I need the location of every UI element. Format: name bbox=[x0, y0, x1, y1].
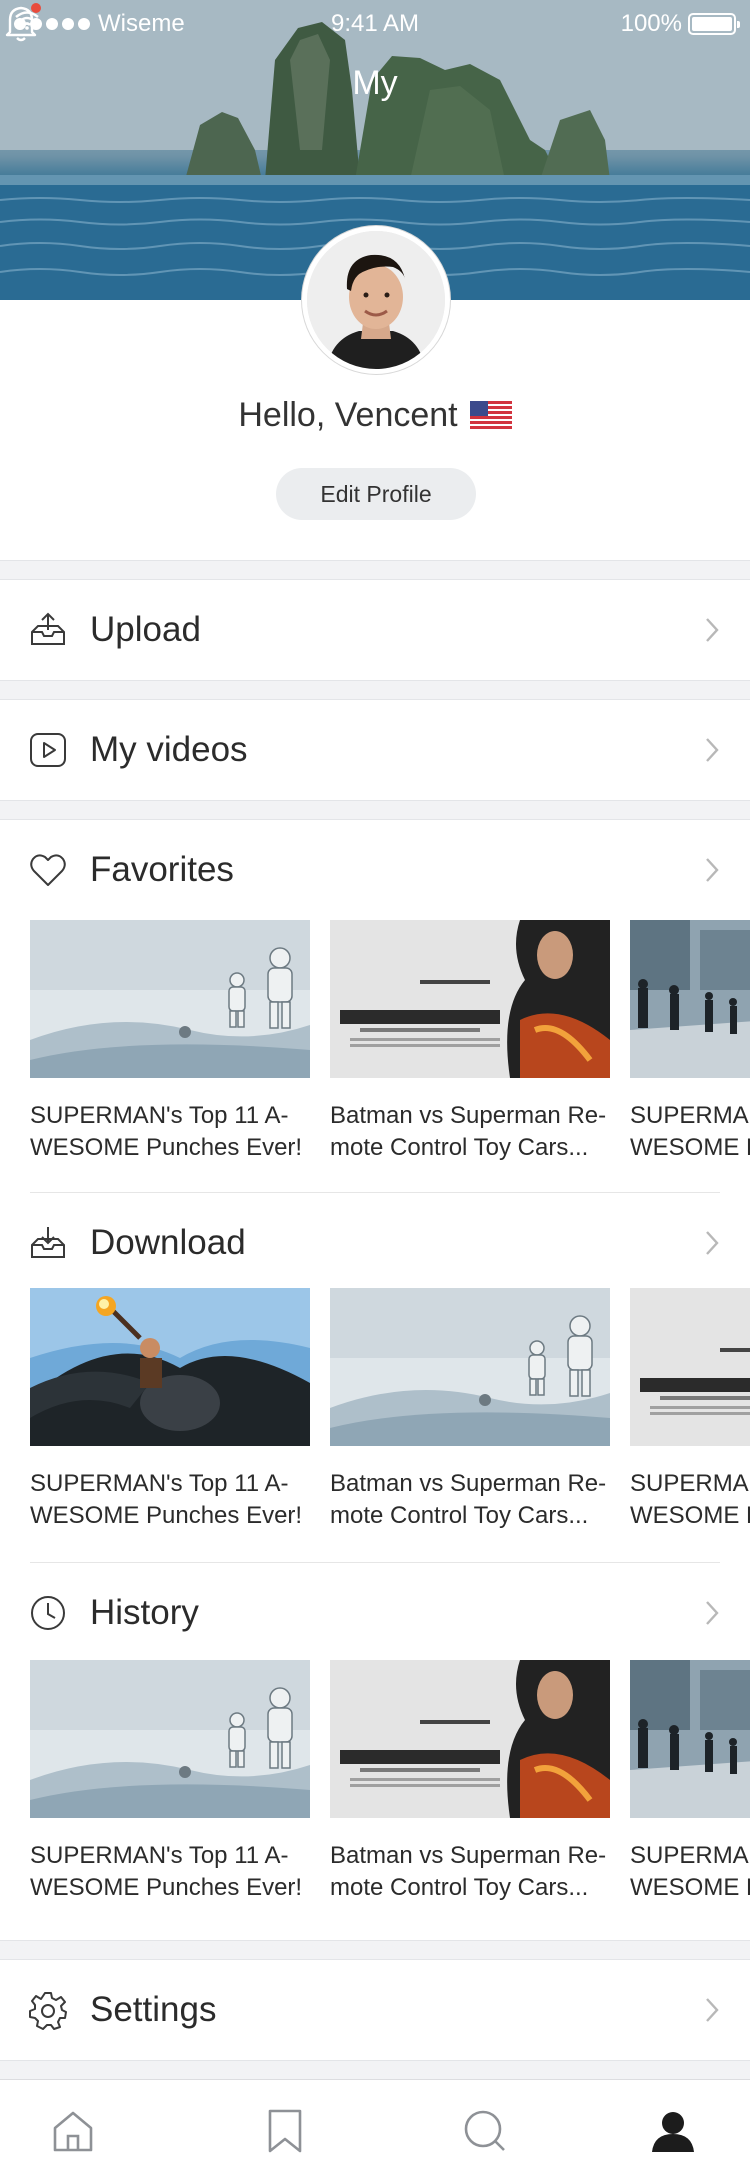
chevron-right-icon bbox=[706, 618, 719, 642]
video-title[interactable]: SUPERMAN's Top 11 A- WESOME Punches Ever… bbox=[30, 1100, 320, 1164]
chevron-right-icon bbox=[706, 1601, 719, 1625]
chevron-right-icon bbox=[706, 1998, 719, 2022]
video-title[interactable]: SUPERMAN's Top 11 A- WESOME Punches Ever… bbox=[30, 1468, 320, 1532]
clock-icon bbox=[31, 1596, 65, 1630]
video-card[interactable]: Batman vs Superman Re- mote Control Toy … bbox=[330, 1660, 610, 1904]
play-video-icon bbox=[30, 733, 66, 767]
menu-label-settings: Settings bbox=[90, 1990, 217, 2029]
status-bar: Wiseme 9:41 AM 100% bbox=[0, 0, 750, 44]
section-gap bbox=[0, 560, 750, 580]
video-title[interactable]: SUPERMAN's Top 11 A- WESOME Punches Ever… bbox=[630, 1100, 750, 1164]
bookmark-icon[interactable] bbox=[260, 2106, 310, 2156]
video-thumbnail[interactable] bbox=[330, 1288, 610, 1446]
menu-item-my-videos[interactable]: My videos bbox=[0, 700, 750, 800]
tab-bar bbox=[0, 2079, 750, 2184]
video-card[interactable]: SUPERMAN's Top 11 A- WESOME Punches Ever… bbox=[630, 920, 750, 1164]
section-gap bbox=[0, 2060, 750, 2080]
menu-item-download[interactable]: Download bbox=[0, 1193, 750, 1293]
video-thumbnail[interactable] bbox=[30, 1660, 310, 1818]
us-flag-icon bbox=[469, 401, 512, 430]
video-card[interactable]: SUPERMAN's Top 11 A- WESOME Punches Ever… bbox=[30, 1288, 310, 1532]
greeting: Hello, Vencent bbox=[0, 396, 750, 435]
page-title: My bbox=[352, 64, 398, 102]
video-thumbnail[interactable] bbox=[330, 920, 610, 1078]
search-icon[interactable] bbox=[460, 2106, 510, 2156]
battery-percent: 100% bbox=[620, 10, 682, 37]
video-title[interactable]: SUPERMAN's Top 11 A- WESOME Punches Ever… bbox=[30, 1840, 320, 1904]
video-title[interactable]: SUPERMAN's Top 11 A- WESOME Punches Ever… bbox=[630, 1468, 750, 1532]
video-card[interactable]: SUPERMAN's Top 11 A- WESOME Punches Ever… bbox=[630, 1660, 750, 1904]
video-thumbnail[interactable] bbox=[630, 1288, 750, 1446]
video-card[interactable]: Batman vs Superman Re- mote Control Toy … bbox=[330, 920, 610, 1164]
home-icon[interactable] bbox=[48, 2106, 98, 2156]
battery-status: 100% bbox=[620, 10, 740, 38]
menu-item-settings[interactable]: Settings bbox=[0, 1960, 750, 2060]
heart-icon bbox=[30, 854, 66, 886]
video-title[interactable]: Batman vs Superman Re- mote Control Toy … bbox=[330, 1100, 620, 1164]
section-gap bbox=[0, 1940, 750, 1960]
video-thumbnail[interactable] bbox=[630, 920, 750, 1078]
video-thumbnail[interactable] bbox=[30, 1288, 310, 1446]
video-thumbnail[interactable] bbox=[330, 1660, 610, 1818]
video-card[interactable]: SUPERMAN's Top 11 A- WESOME Punches Ever… bbox=[30, 1660, 310, 1904]
profile-icon[interactable] bbox=[648, 2106, 698, 2156]
section-gap bbox=[0, 680, 750, 700]
edit-profile-button[interactable]: Edit Profile bbox=[276, 468, 476, 520]
section-gap bbox=[0, 800, 750, 820]
chevron-right-icon bbox=[706, 1231, 719, 1255]
greeting-text: Hello, Vencent bbox=[238, 396, 458, 434]
download-carousel[interactable]: SUPERMAN's Top 11 A- WESOME Punches Ever… bbox=[30, 1288, 750, 1548]
download-tray-icon bbox=[31, 1227, 65, 1258]
gear-icon bbox=[29, 1992, 67, 2030]
video-card[interactable]: SUPERMAN's Top 11 A- WESOME Punches Ever… bbox=[630, 1288, 750, 1532]
avatar-photo bbox=[307, 231, 445, 369]
menu-item-favorites[interactable]: Favorites bbox=[0, 820, 750, 920]
video-card[interactable]: SUPERMAN's Top 11 A- WESOME Punches Ever… bbox=[30, 920, 310, 1164]
video-title[interactable]: Batman vs Superman Re- mote Control Toy … bbox=[330, 1468, 620, 1532]
chevron-right-icon bbox=[706, 858, 719, 882]
notification-badge bbox=[31, 3, 41, 13]
menu-label-my-videos: My videos bbox=[90, 730, 248, 769]
history-carousel[interactable]: SUPERMAN's Top 11 A- WESOME Punches Ever… bbox=[30, 1660, 750, 1920]
menu-item-history[interactable]: History bbox=[0, 1563, 750, 1663]
menu-label-upload: Upload bbox=[90, 610, 201, 649]
video-thumbnail[interactable] bbox=[630, 1660, 750, 1818]
menu-label-download: Download bbox=[90, 1223, 246, 1262]
video-title[interactable]: Batman vs Superman Re- mote Control Toy … bbox=[330, 1840, 620, 1904]
menu-label-history: History bbox=[90, 1593, 199, 1632]
chevron-right-icon bbox=[706, 738, 719, 762]
menu-label-favorites: Favorites bbox=[90, 850, 234, 889]
menu-item-upload[interactable]: Upload bbox=[0, 580, 750, 680]
notification-bell-icon[interactable] bbox=[0, 0, 44, 46]
video-thumbnail[interactable] bbox=[30, 920, 310, 1078]
battery-icon bbox=[688, 13, 740, 35]
avatar[interactable] bbox=[302, 226, 450, 374]
video-title[interactable]: SUPERMAN's Top 11 A- WESOME Punches Ever… bbox=[630, 1840, 750, 1904]
upload-tray-icon bbox=[31, 612, 65, 645]
favorites-carousel[interactable]: SUPERMAN's Top 11 A- WESOME Punches Ever… bbox=[30, 920, 750, 1180]
video-card[interactable]: Batman vs Superman Re- mote Control Toy … bbox=[330, 1288, 610, 1532]
